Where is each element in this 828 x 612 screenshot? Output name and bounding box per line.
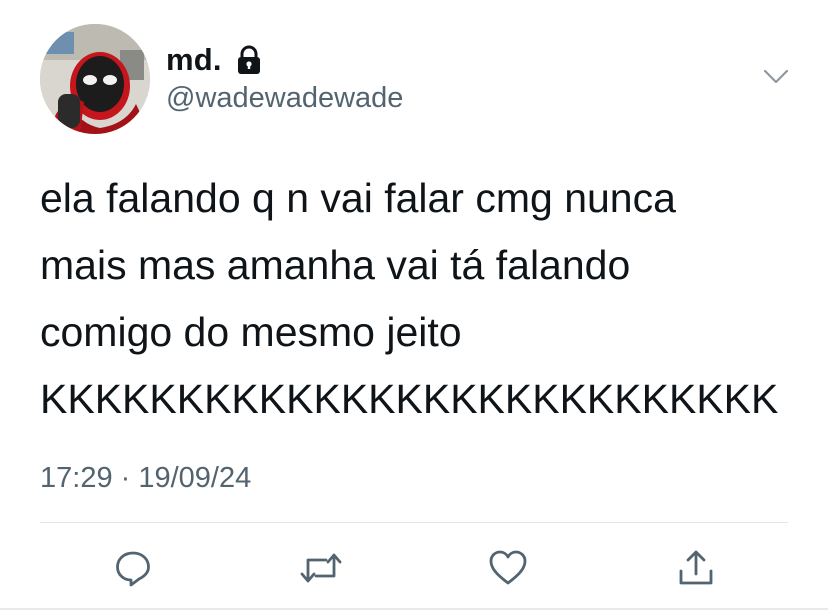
- tweet-line: KKKKKKKKKKKKKKKKKKKKKKKKKKK: [40, 376, 779, 422]
- lock-icon: [234, 45, 264, 75]
- display-name: md.: [166, 42, 222, 77]
- retweet-button[interactable]: [293, 540, 349, 596]
- avatar-image: [40, 24, 150, 134]
- tweet-text: ela falando q n vai falar cmg nunca mais…: [40, 165, 800, 433]
- tweet-line: ela falando q n vai falar cmg nunca: [40, 175, 676, 221]
- tweet-line: comigo do mesmo jeito: [40, 309, 462, 355]
- tweet-timestamp[interactable]: 17:29 · 19/09/24: [40, 462, 251, 495]
- chevron-down-icon[interactable]: [763, 66, 789, 88]
- bottom-border: [0, 608, 828, 610]
- avatar[interactable]: [40, 24, 150, 134]
- divider: [40, 522, 788, 523]
- display-name-row[interactable]: md.: [166, 42, 264, 78]
- action-bar: [0, 540, 828, 596]
- tweet-line: mais mas amanha vai tá falando: [40, 242, 631, 288]
- share-button[interactable]: [668, 540, 724, 596]
- like-icon: [489, 550, 527, 585]
- reply-icon: [116, 551, 150, 587]
- reply-button[interactable]: [105, 540, 161, 596]
- like-button[interactable]: [480, 540, 536, 596]
- share-icon: [679, 550, 713, 585]
- user-handle[interactable]: @wadewadewade: [166, 82, 403, 115]
- retweet-icon: [300, 553, 342, 583]
